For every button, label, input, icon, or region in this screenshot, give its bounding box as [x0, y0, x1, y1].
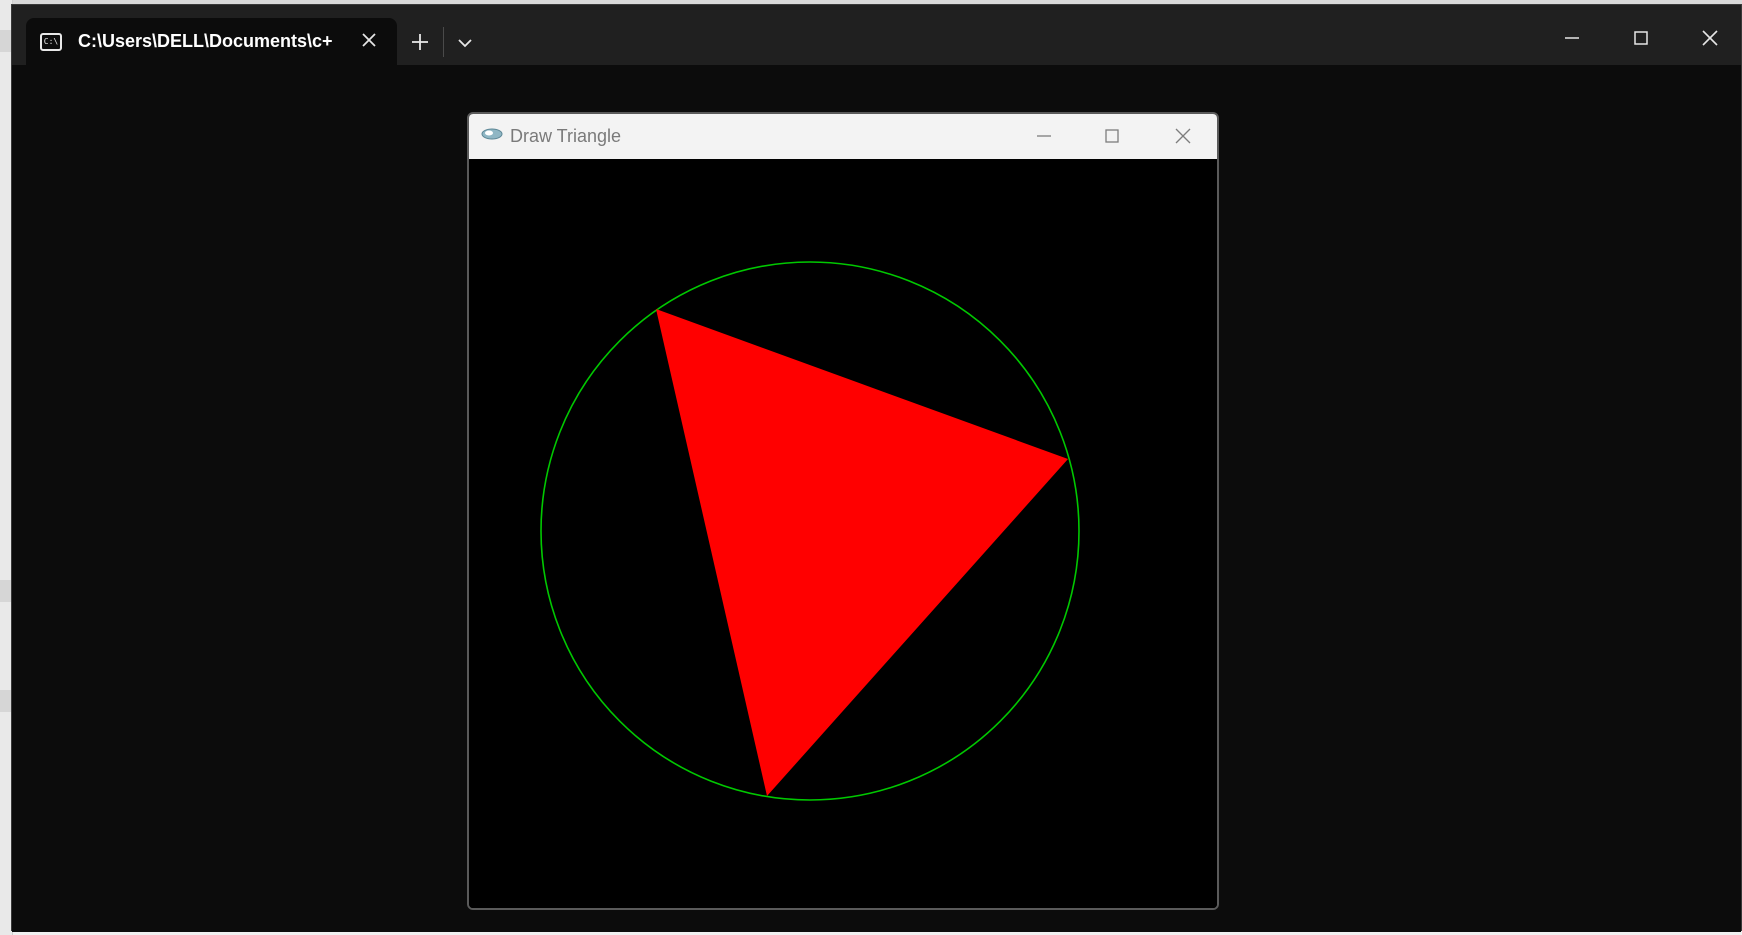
tab-close-icon[interactable]: [359, 30, 379, 50]
drawing-canvas[interactable]: [469, 159, 1217, 908]
minimize-icon[interactable]: [1557, 23, 1587, 53]
desktop: C:\ C:\Users\DELL\Documents\c+ Draw Tria…: [0, 0, 1742, 935]
chevron-down-icon[interactable]: [453, 31, 477, 55]
graphics-app-icon: [481, 128, 503, 140]
terminal-icon: C:\: [40, 32, 62, 51]
draw-triangle-window: Draw Triangle: [467, 112, 1219, 910]
tab-divider: [443, 27, 444, 57]
tab-title: C:\Users\DELL\Documents\c+: [78, 31, 333, 51]
window-close-icon[interactable]: [1173, 126, 1193, 146]
close-icon[interactable]: [1695, 23, 1725, 53]
window-maximize-icon[interactable]: [1102, 126, 1122, 146]
terminal-titlebar[interactable]: C:\ C:\Users\DELL\Documents\c+: [12, 5, 1741, 65]
window-title: Draw Triangle: [510, 126, 622, 146]
new-tab-button[interactable]: [407, 29, 433, 55]
maximize-icon[interactable]: [1626, 23, 1656, 53]
window-minimize-icon[interactable]: [1034, 126, 1054, 146]
window-titlebar[interactable]: Draw Triangle: [469, 114, 1217, 159]
terminal-tab[interactable]: C:\ C:\Users\DELL\Documents\c+: [26, 18, 397, 65]
